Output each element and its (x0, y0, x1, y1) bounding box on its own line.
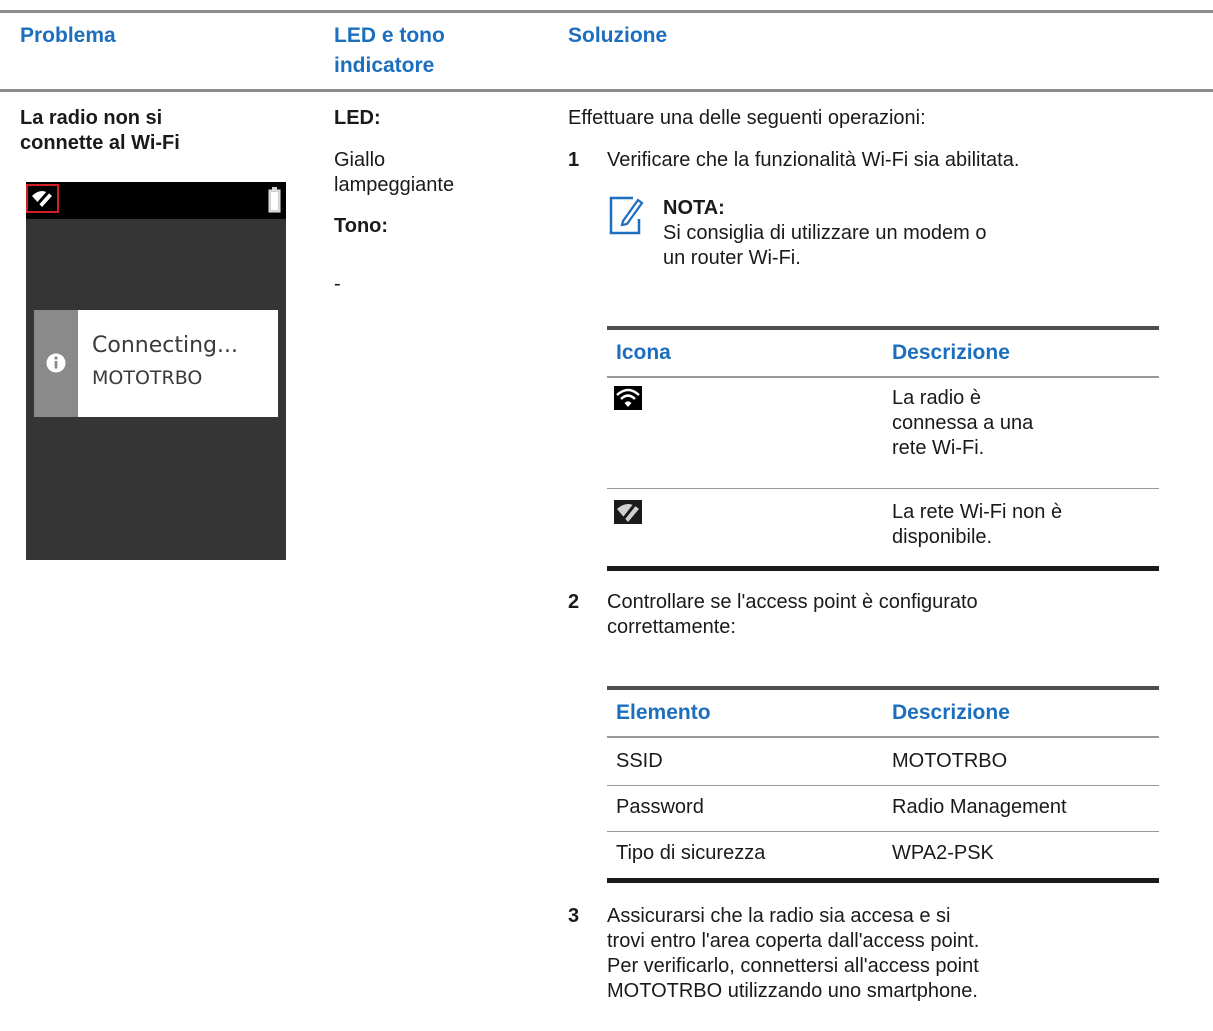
tone-label: Tono: (334, 215, 389, 237)
icon-row1-line2: connessa a una (892, 412, 1034, 434)
header-solution: Soluzione (568, 24, 668, 47)
config-table-header-desc: Descrizione (892, 701, 1010, 724)
header-led-line1: LED e tono (334, 24, 445, 47)
header-problem: Problema (20, 24, 116, 47)
config-row2-desc: Radio Management (892, 796, 1067, 818)
step2-number: 2 (568, 591, 580, 613)
step1-text: Verificare che la funzionalità Wi-Fi sia… (607, 149, 1020, 171)
tone-value: - (334, 273, 341, 295)
battery-icon (268, 187, 281, 213)
step3-line1: Assicurarsi che la radio sia accesa e si (607, 905, 951, 927)
step1-number: 1 (568, 149, 580, 171)
wifi-unavailable-icon (614, 500, 642, 524)
popup-info-bar (34, 310, 78, 417)
step3-line3: Per verificarlo, connettersi all'access … (607, 955, 979, 977)
solution-intro: Effettuare una delle seguenti operazioni… (568, 107, 926, 129)
config-row3-desc: WPA2-PSK (892, 842, 994, 864)
config-table-header-rule (607, 736, 1159, 738)
info-icon (46, 353, 66, 373)
icon-row2-line1: La rete Wi-Fi non è (892, 501, 1063, 523)
step2-line2: correttamente: (607, 616, 736, 638)
config-row1-item: SSID (616, 750, 663, 772)
icon-table-header-desc: Descrizione (892, 341, 1010, 364)
wifi-connected-icon (614, 386, 642, 410)
led-value-line2: lampeggiante (334, 174, 455, 196)
popup-line1: Connecting... (92, 333, 238, 358)
icon-row1-line3: rete Wi-Fi. (892, 437, 985, 459)
note-line2: un router Wi-Fi. (663, 247, 801, 269)
problem-line1: La radio non si (20, 107, 163, 129)
config-row1-desc: MOTOTRBO (892, 750, 1008, 772)
led-label: LED: (334, 107, 381, 129)
step2-line1: Controllare se l'access point è configur… (607, 591, 978, 613)
config-row3-item: Tipo di sicurezza (616, 842, 766, 864)
problem-line2: connette al Wi-Fi (20, 132, 180, 154)
wifi-off-icon (32, 189, 52, 208)
popup-line2: MOTOTRBO (92, 367, 203, 389)
icon-table-row-rule (607, 488, 1159, 489)
table-top-rule (0, 10, 1213, 13)
step3-number: 3 (568, 905, 580, 927)
note-line1: Si consiglia di utilizzare un modem o (663, 222, 987, 244)
config-row2-item: Password (616, 796, 704, 818)
step3-line2: trovi entro l'area coperta dall'access p… (607, 930, 980, 952)
radio-screen-image: Connecting... MOTOTRBO (26, 182, 286, 560)
icon-table-header-rule (607, 376, 1159, 378)
header-bottom-rule (0, 89, 1213, 92)
led-value-line1: Giallo (334, 149, 386, 171)
icon-row2-line2: disponibile. (892, 526, 993, 548)
config-row-rule (607, 785, 1159, 786)
config-table-top-rule (607, 686, 1159, 690)
config-row-rule (607, 831, 1159, 832)
header-led-line2: indicatore (334, 54, 435, 77)
step3-line4: MOTOTRBO utilizzando uno smartphone. (607, 980, 978, 1002)
config-table-header-item: Elemento (616, 701, 711, 724)
note-icon (609, 196, 644, 235)
icon-table-header-icon: Icona (616, 341, 671, 364)
icon-table-top-rule (607, 326, 1159, 330)
note-label: NOTA: (663, 197, 725, 219)
connecting-popup: Connecting... MOTOTRBO (34, 310, 278, 417)
icon-table-bottom-rule (607, 566, 1159, 571)
icon-row1-line1: La radio è (892, 387, 981, 409)
radio-status-bar (26, 182, 286, 219)
config-table-bottom-rule (607, 878, 1159, 883)
